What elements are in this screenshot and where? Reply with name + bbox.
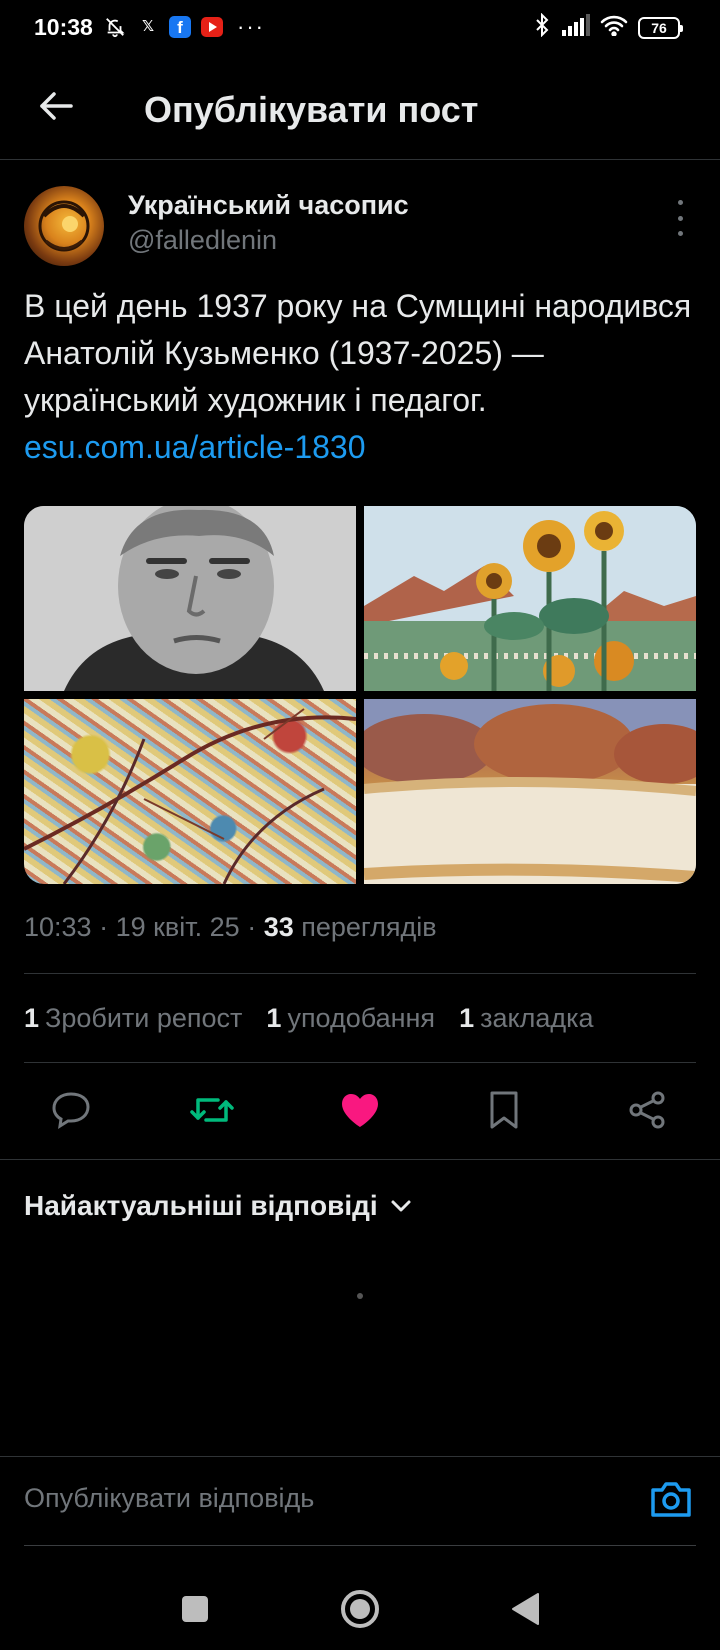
bookmarks-count: 1 bbox=[459, 1003, 475, 1033]
post-link[interactable]: esu.com.ua/article-1830 bbox=[24, 429, 366, 465]
share-icon bbox=[629, 1091, 665, 1129]
dot-icon bbox=[677, 215, 683, 221]
likes-label: уподобання bbox=[287, 1003, 436, 1033]
divider bbox=[0, 1159, 720, 1160]
media-image-abstract-painting[interactable] bbox=[24, 699, 356, 884]
heart-icon bbox=[342, 1094, 378, 1127]
more-options-button[interactable] bbox=[670, 200, 690, 236]
avatar[interactable] bbox=[24, 186, 104, 266]
reply-icon bbox=[52, 1092, 90, 1129]
views-count: 33 bbox=[263, 912, 294, 942]
page-title: Опублікувати пост bbox=[144, 89, 479, 130]
post-body: В цей день 1937 року на Сумщині народивс… bbox=[24, 288, 692, 418]
media-image-portrait[interactable] bbox=[24, 506, 356, 691]
bell-off-icon bbox=[103, 15, 127, 39]
bookmark-button[interactable] bbox=[479, 1085, 529, 1135]
reply-button[interactable] bbox=[46, 1085, 96, 1135]
bookmark-icon bbox=[490, 1091, 518, 1129]
chevron-down-icon bbox=[391, 1200, 411, 1212]
reposts-stat[interactable]: 1 Зробити репост bbox=[24, 1003, 242, 1034]
media-image-sunflowers[interactable] bbox=[364, 506, 696, 691]
camera-button[interactable] bbox=[650, 1479, 692, 1519]
repost-button[interactable] bbox=[187, 1085, 237, 1135]
likes-stat[interactable]: 1 уподобання bbox=[266, 1003, 435, 1034]
reply-input[interactable]: Опублікувати відповідь bbox=[24, 1483, 314, 1514]
battery-icon: 76 bbox=[638, 16, 683, 39]
triangle-back-icon bbox=[512, 1593, 539, 1625]
reposts-count: 1 bbox=[24, 1003, 40, 1033]
replies-sort-label: Найактуальніші відповіді bbox=[24, 1190, 378, 1221]
home-button[interactable] bbox=[335, 1584, 385, 1634]
sunflowers-painting bbox=[364, 506, 696, 691]
signal-icon bbox=[562, 14, 590, 41]
share-button[interactable] bbox=[622, 1085, 672, 1135]
branches-painting bbox=[24, 708, 356, 884]
divider bbox=[24, 1062, 696, 1063]
camera-icon bbox=[651, 1482, 691, 1517]
post-meta: 10:33 · 19 квіт. 25 · 33 переглядів bbox=[24, 912, 437, 942]
recent-apps-button[interactable] bbox=[170, 1584, 220, 1634]
system-icons: 76 bbox=[532, 12, 683, 42]
notification-icons: 𝕏 f ··· bbox=[103, 15, 265, 39]
dot-icon bbox=[677, 200, 683, 205]
post-date: 19 квіт. 25 bbox=[115, 912, 240, 942]
divider bbox=[24, 973, 696, 974]
wifi-icon bbox=[600, 14, 628, 41]
status-time: 10:38 bbox=[34, 14, 93, 40]
post-actions bbox=[24, 1085, 696, 1135]
arrow-left-icon bbox=[40, 92, 73, 120]
reply-input-underline bbox=[24, 1545, 696, 1546]
repost-icon bbox=[190, 1098, 234, 1122]
dot-icon bbox=[677, 231, 683, 236]
back-nav-button[interactable] bbox=[500, 1584, 550, 1634]
author-handle[interactable]: @falledlenin bbox=[128, 225, 277, 256]
views-label: переглядів bbox=[301, 912, 437, 942]
youtube-icon bbox=[201, 17, 223, 37]
status-bar: 10:38 𝕏 f ··· 76 bbox=[0, 0, 720, 56]
bookmarks-stat[interactable]: 1 закладка bbox=[459, 1003, 594, 1034]
media-grid bbox=[24, 506, 696, 884]
reposts-label: Зробити репост bbox=[45, 1003, 243, 1033]
author-name[interactable]: Український часопис bbox=[128, 190, 409, 221]
avatar-image bbox=[38, 200, 90, 252]
x-app-icon: 𝕏 bbox=[137, 16, 159, 38]
square-icon bbox=[182, 1596, 208, 1622]
more-dots-icon: ··· bbox=[237, 14, 265, 39]
reply-bar: Опублікувати відповідь bbox=[0, 1456, 720, 1548]
field-painting bbox=[364, 699, 696, 884]
system-navbar bbox=[0, 1570, 720, 1650]
home-circle-icon bbox=[341, 1590, 379, 1628]
post-time: 10:33 bbox=[24, 912, 92, 942]
bookmarks-label: закладка bbox=[480, 1003, 594, 1033]
replies-sort-dropdown[interactable]: Найактуальніші відповіді bbox=[24, 1190, 412, 1222]
back-button[interactable] bbox=[30, 80, 82, 132]
bluetooth-icon bbox=[532, 12, 552, 42]
like-button[interactable] bbox=[335, 1085, 385, 1135]
header: Опублікувати пост bbox=[0, 56, 720, 160]
loading-indicator bbox=[357, 1293, 363, 1299]
post-text: В цей день 1937 року на Сумщині народивс… bbox=[24, 283, 696, 471]
post-stats: 1 Зробити репост 1 уподобання 1 закладка bbox=[24, 1003, 594, 1034]
media-image-field-painting[interactable] bbox=[364, 699, 696, 884]
portrait-illustration bbox=[24, 506, 356, 691]
facebook-icon: f bbox=[169, 16, 191, 38]
likes-count: 1 bbox=[266, 1003, 282, 1033]
